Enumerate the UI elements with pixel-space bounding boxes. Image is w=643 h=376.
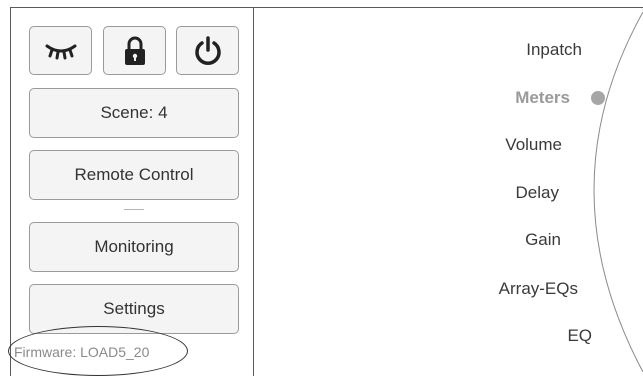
- nav-item-array-eqs[interactable]: Array-EQs: [499, 279, 578, 299]
- nav-item-gain[interactable]: Gain: [525, 230, 561, 250]
- nav-item-meters[interactable]: Meters: [515, 88, 570, 108]
- active-indicator-dot: [591, 91, 605, 105]
- nav-item-inpatch[interactable]: Inpatch: [526, 40, 582, 60]
- nav-item-delay[interactable]: Delay: [516, 183, 559, 203]
- nav-arc-line: [593, 11, 643, 373]
- nav-item-eq[interactable]: EQ: [567, 326, 592, 346]
- nav-item-volume[interactable]: Volume: [505, 135, 562, 155]
